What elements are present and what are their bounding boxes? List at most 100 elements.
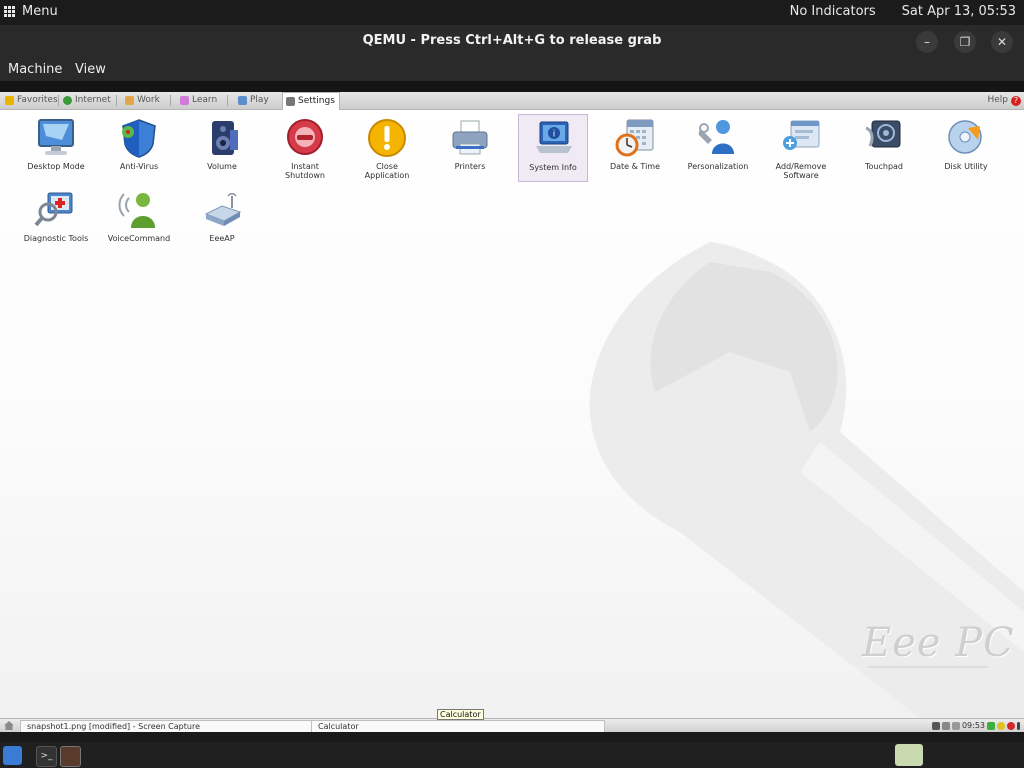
app-label-line2: Application bbox=[364, 171, 410, 180]
globe-icon bbox=[63, 96, 72, 105]
host-top-bar: Menu No Indicators Sat Apr 13, 05:53 bbox=[0, 0, 1024, 25]
calendar-clock-icon bbox=[615, 119, 654, 157]
warning-icon bbox=[368, 119, 406, 157]
window-border bbox=[0, 81, 1024, 92]
app-label: Date & Time bbox=[609, 162, 661, 171]
home-icon[interactable] bbox=[4, 721, 14, 730]
tab-label: Work bbox=[137, 95, 160, 105]
shutdown-icon[interactable] bbox=[1017, 721, 1020, 730]
dock-spacer bbox=[0, 732, 1024, 742]
menu-view[interactable]: View bbox=[75, 62, 106, 77]
diagnostic-icon bbox=[34, 192, 73, 227]
app-instant-shutdown[interactable]: Instant Shutdown bbox=[270, 114, 340, 182]
app-label: Printers bbox=[454, 162, 486, 171]
tab-separator bbox=[116, 95, 117, 106]
software-icon bbox=[783, 120, 820, 150]
app-printers[interactable]: Printers bbox=[435, 114, 505, 182]
close-button[interactable]: ✕ bbox=[991, 31, 1013, 53]
router-icon bbox=[204, 193, 242, 226]
app-date-time[interactable]: Date & Time bbox=[600, 114, 670, 182]
app-desktop-mode[interactable]: Desktop Mode bbox=[21, 114, 91, 182]
show-desktop-icon[interactable] bbox=[3, 746, 22, 765]
app-label: Diagnostic Tools bbox=[23, 234, 89, 243]
user-tools-icon bbox=[698, 120, 734, 154]
app-label: EeeAP bbox=[209, 234, 235, 243]
tab-label: Play bbox=[250, 95, 269, 105]
host-dock: >_ bbox=[0, 742, 1024, 768]
alert-icon[interactable] bbox=[1007, 721, 1015, 730]
guest-clock[interactable]: 09:53 bbox=[962, 721, 985, 730]
shield-icon bbox=[122, 119, 156, 158]
guest-taskbar: snapshot1.png [modified] - Screen Captur… bbox=[0, 718, 1024, 733]
taskbar-item-label: snapshot1.png [modified] - Screen Captur… bbox=[27, 722, 200, 731]
clock[interactable]: Sat Apr 13, 05:53 bbox=[902, 4, 1016, 19]
terminal-icon[interactable]: >_ bbox=[36, 746, 57, 767]
app-volume[interactable]: Volume bbox=[187, 114, 257, 182]
printer-icon bbox=[452, 120, 488, 155]
app-label: Close bbox=[376, 162, 398, 171]
app-diagnostic-tools[interactable]: Diagnostic Tools bbox=[21, 186, 91, 254]
tab-learn[interactable]: Learn bbox=[177, 93, 221, 108]
taskbar-item-label: Calculator bbox=[318, 722, 359, 731]
keyboard-icon[interactable] bbox=[951, 721, 960, 730]
help-button[interactable]: Help? bbox=[987, 93, 1021, 108]
app-label: Disk Utility bbox=[944, 162, 988, 171]
app-label: Anti-Virus bbox=[119, 162, 159, 171]
smiley-icon[interactable] bbox=[997, 721, 1005, 730]
app-anti-virus[interactable]: Anti-Virus bbox=[104, 114, 174, 182]
help-label: Help bbox=[987, 95, 1008, 105]
app-eeeap[interactable]: EeeAP bbox=[187, 186, 257, 254]
guest-screen: Eee PC Favorites Internet Work Learn Pla… bbox=[0, 92, 1024, 718]
tab-label: Learn bbox=[192, 95, 218, 105]
logo-underline bbox=[868, 666, 988, 668]
tab-separator bbox=[170, 95, 171, 106]
tab-favorites[interactable]: Favorites bbox=[2, 93, 62, 108]
info-laptop-icon: i bbox=[536, 121, 572, 153]
qemu-window-icon[interactable] bbox=[895, 744, 923, 766]
indicators-status[interactable]: No Indicators bbox=[790, 4, 876, 19]
system-tray: 09:53 bbox=[931, 720, 1020, 731]
tab-label: Settings bbox=[298, 96, 335, 106]
menu-machine[interactable]: Machine bbox=[8, 62, 62, 77]
app-label: Touchpad bbox=[864, 162, 904, 171]
svg-text:i: i bbox=[553, 130, 556, 140]
disk-icon bbox=[948, 120, 982, 154]
touchpad-icon bbox=[865, 120, 901, 148]
app-add-remove-software[interactable]: Add/Remove Software bbox=[766, 114, 836, 182]
app-label: Add/Remove bbox=[775, 162, 827, 171]
tab-settings[interactable]: Settings bbox=[282, 92, 340, 110]
tab-work[interactable]: Work bbox=[122, 93, 164, 108]
tab-label: Internet bbox=[75, 95, 111, 105]
status-green-icon[interactable] bbox=[987, 721, 995, 730]
window-title: QEMU - Press Ctrl+Alt+G to release grab bbox=[362, 33, 662, 48]
app-voice-command[interactable]: VoiceCommand bbox=[104, 186, 174, 254]
maximize-button[interactable]: ❐ bbox=[954, 31, 976, 53]
book-icon bbox=[180, 96, 189, 105]
app-system-info[interactable]: i System Info bbox=[518, 114, 588, 182]
game-icon bbox=[238, 96, 247, 105]
minimize-button[interactable]: – bbox=[916, 31, 938, 53]
eee-pc-logo: Eee PC bbox=[862, 620, 1015, 666]
battery-icon[interactable] bbox=[931, 721, 940, 730]
app-grid-icon bbox=[4, 6, 15, 17]
app-personalization[interactable]: Personalization bbox=[683, 114, 753, 182]
power-icon bbox=[287, 119, 323, 155]
host-menu-button[interactable]: Menu bbox=[4, 4, 58, 19]
tab-play[interactable]: Play bbox=[235, 93, 273, 108]
app-close-application[interactable]: Close Application bbox=[352, 114, 422, 182]
speaker-icon bbox=[212, 121, 238, 155]
voice-icon bbox=[118, 193, 155, 228]
app-disk-utility[interactable]: Disk Utility bbox=[931, 114, 1001, 182]
app-label: Desktop Mode bbox=[27, 162, 85, 171]
tab-internet[interactable]: Internet bbox=[60, 93, 115, 108]
tab-label: Favorites bbox=[17, 95, 58, 105]
tab-separator bbox=[227, 95, 228, 106]
window-titlebar: QEMU - Press Ctrl+Alt+G to release grab … bbox=[0, 25, 1024, 58]
qemu-icon[interactable] bbox=[60, 746, 81, 767]
network-icon[interactable] bbox=[941, 721, 950, 730]
app-touchpad[interactable]: Touchpad bbox=[849, 114, 919, 182]
app-label-line2: Shutdown bbox=[285, 171, 325, 180]
star-icon bbox=[5, 96, 14, 105]
folder-icon bbox=[125, 96, 134, 105]
app-label: System Info bbox=[529, 163, 577, 172]
